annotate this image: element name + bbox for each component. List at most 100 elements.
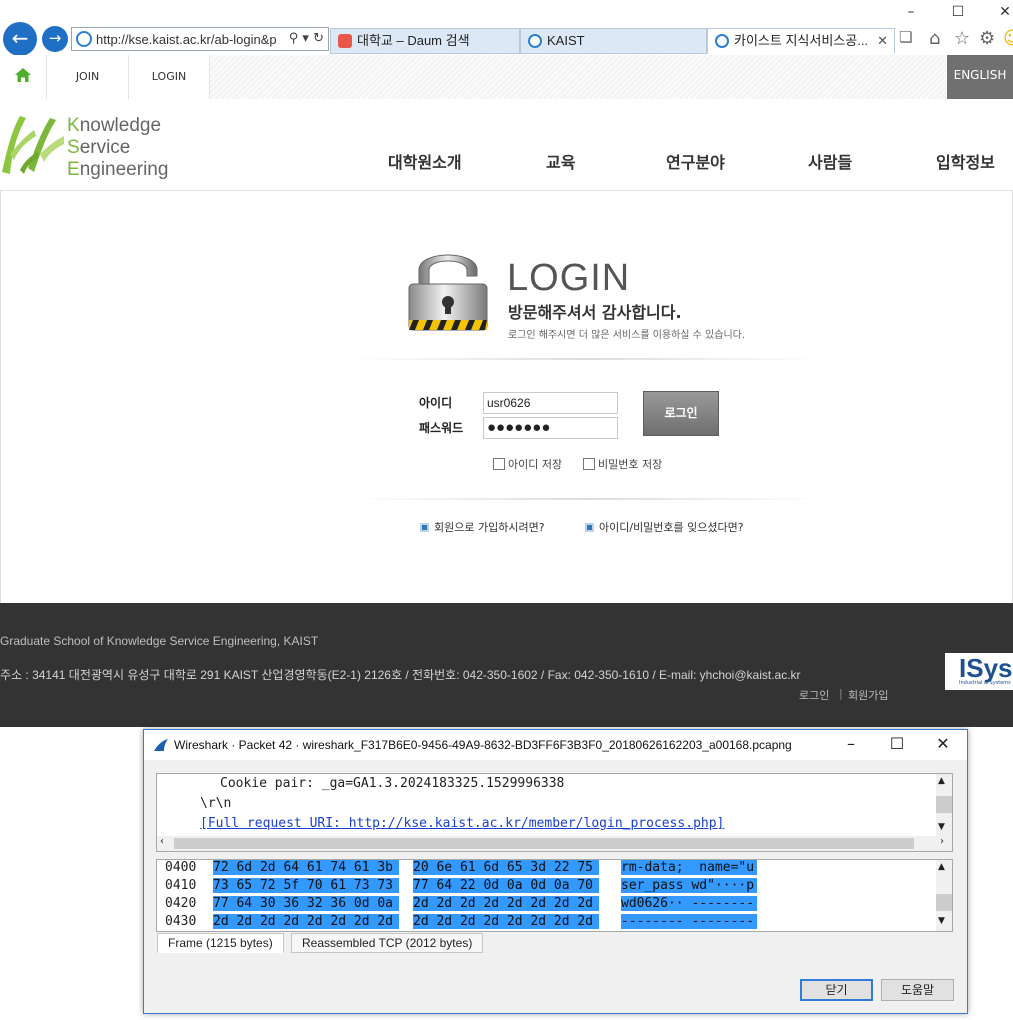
address-bar[interactable]: http://kse.kaist.ac.kr/ab-login&pr ⚲ ▾ ↻ (71, 27, 329, 51)
forgot-help-link[interactable]: 아이디/비밀번호를 잊으셨다면? (585, 519, 744, 535)
home-icon[interactable]: ⌂ (929, 28, 940, 49)
footer-school: Graduate School of Knowledge Service Eng… (0, 634, 319, 648)
ie-page-icon (76, 31, 92, 47)
kse-logo-icon[interactable] (0, 114, 66, 178)
checkbox-icon[interactable] (583, 458, 595, 470)
id-input[interactable]: usr0626 (483, 392, 618, 414)
wireshark-title: Wireshark · Packet 42 · wireshark_F317B6… (174, 738, 792, 752)
minimize-button[interactable]: – (888, 4, 934, 20)
scroll-right-icon[interactable]: › (940, 836, 944, 847)
hex-row[interactable]: 0430 2d 2d 2d 2d 2d 2d 2d 2d 2d 2d 2d 2d 2… (157, 914, 757, 931)
wireshark-fin-icon (154, 739, 168, 751)
wireshark-packet-window: Wireshark · Packet 42 · wireshark_F317B6… (143, 729, 968, 1014)
site-footer: Graduate School of Knowledge Service Eng… (0, 603, 1013, 727)
scroll-thumb[interactable] (936, 894, 952, 911)
menu-research[interactable]: 연구분야 (666, 149, 725, 173)
login-link[interactable]: LOGIN (129, 55, 210, 99)
bullet-icon (585, 523, 594, 532)
help-button[interactable]: 도움말 (881, 979, 954, 1001)
forward-button[interactable]: → (42, 26, 68, 52)
scroll-thumb[interactable] (936, 796, 952, 813)
daum-favicon-icon (338, 34, 352, 48)
browser-chrome: – ☐ ✕ ← → http://kse.kaist.ac.kr/ab-logi… (0, 0, 1013, 56)
ie-favicon-icon (528, 34, 542, 48)
logo-line-knowledge: Knowledge (67, 115, 162, 136)
menu-people[interactable]: 사람들 (808, 149, 852, 173)
password-label: 패스워드 (419, 421, 464, 435)
menu-admission[interactable]: 입학정보 (936, 149, 995, 173)
join-help-link[interactable]: 회원으로 가입하시려면? (420, 519, 545, 535)
isys-logo[interactable]: ISys Industrial & Systems (945, 653, 1013, 690)
settings-gear-icon[interactable]: ⚙ (979, 28, 995, 49)
maximize-button[interactable]: ☐ (874, 734, 920, 753)
site-header: Knowledge Service Engineering 대학원소개 교육 연… (0, 99, 1013, 191)
packet-bytes-pane[interactable]: 0400 72 6d 2d 64 61 74 61 3b 20 6e 61 6d 6… (156, 859, 953, 932)
tab-kse[interactable]: 카이스트 지식서비스공... ✕ (707, 28, 895, 54)
tab-daum[interactable]: 대학교 – Daum 검색 (330, 28, 520, 54)
maximize-button[interactable]: ☐ (935, 4, 981, 20)
close-window-button[interactable]: ✕ (920, 734, 966, 753)
tab-label: KAIST (547, 33, 585, 48)
save-password-checkbox[interactable]: 비밀번호 저장 (583, 456, 662, 472)
footer-address: 주소 : 34141 대전광역시 유성구 대학로 291 KAIST 산업경영학… (0, 668, 801, 682)
hex-row[interactable]: 0410 73 65 72 5f 70 61 73 73 77 64 22 0d 0… (157, 878, 757, 896)
detail-line[interactable]: Cookie pair: _ga=GA1.3.2024183325.152999… (220, 776, 564, 791)
logo-line-engineering: Engineering (67, 159, 169, 180)
home-link[interactable] (0, 55, 47, 99)
close-window-button[interactable]: ✕ (982, 4, 1013, 20)
ie-favicon-icon (715, 34, 729, 48)
horizontal-scrollbar[interactable]: ‹ › (157, 836, 952, 851)
vertical-scrollbar[interactable]: ▲ ▼ (936, 860, 952, 931)
scroll-up-icon[interactable]: ▲ (938, 862, 945, 872)
password-input[interactable]: ●●●●●●● (483, 417, 618, 439)
tab-kaist[interactable]: KAIST (520, 28, 707, 54)
minimize-button[interactable]: – (828, 734, 874, 753)
favorites-star-icon[interactable]: ☆ (954, 28, 970, 49)
menu-education[interactable]: 교육 (546, 149, 575, 173)
login-description: 로그인 해주시면 더 많은 서비스를 이용하실 수 있습니다. (508, 330, 746, 341)
back-button[interactable]: ← (3, 22, 37, 56)
logo-line-service: Service (67, 137, 131, 158)
forward-arrow-icon: → (48, 29, 62, 47)
tab-frame[interactable]: Frame (1215 bytes) (157, 933, 284, 953)
search-refresh-icons[interactable]: ⚲ ▾ ↻ (289, 31, 324, 46)
site-topbar: JOIN LOGIN ENGLISH (0, 55, 1013, 99)
join-link[interactable]: JOIN (47, 55, 129, 99)
bullet-icon (420, 523, 429, 532)
tab-reassembled-tcp[interactable]: Reassembled TCP (2012 bytes) (291, 933, 484, 953)
smiley-icon[interactable]: ☺ (1003, 28, 1013, 49)
hex-row[interactable]: 0420 77 64 30 36 32 36 0d 0a 2d 2d 2d 2d 2… (157, 896, 757, 914)
packet-details-pane[interactable]: Cookie pair: _ga=GA1.3.2024183325.152999… (156, 773, 953, 852)
wireshark-titlebar[interactable]: Wireshark · Packet 42 · wireshark_F317B6… (144, 730, 967, 760)
login-button[interactable]: 로그인 (643, 391, 719, 436)
scroll-down-icon[interactable]: ▼ (938, 916, 945, 926)
id-label: 아이디 (419, 396, 453, 410)
footer-login-link[interactable]: 로그인 (799, 687, 829, 703)
tab-label: 대학교 – Daum 검색 (357, 33, 470, 48)
english-button[interactable]: ENGLISH (947, 55, 1013, 99)
new-tab-icon[interactable]: ❏ (899, 28, 912, 46)
detail-line[interactable]: \r\n (200, 796, 231, 811)
detail-line-link[interactable]: [Full request URI: http://kse.kaist.ac.k… (200, 816, 724, 831)
login-title: LOGIN (507, 257, 631, 299)
scroll-thumb[interactable] (174, 838, 914, 849)
tab-label: 카이스트 지식서비스공... (734, 33, 869, 48)
menu-about[interactable]: 대학원소개 (388, 149, 462, 173)
scroll-left-icon[interactable]: ‹ (160, 836, 164, 847)
scroll-down-icon[interactable]: ▼ (938, 822, 945, 832)
address-url[interactable]: http://kse.kaist.ac.kr/ab-login&pr (96, 32, 276, 47)
scroll-up-icon[interactable]: ▲ (938, 776, 945, 786)
home-icon (15, 68, 31, 82)
back-arrow-icon: ← (11, 26, 29, 50)
footer-join-link[interactable]: 회원가입 (848, 687, 888, 703)
divider (350, 358, 825, 360)
close-tab-icon[interactable]: ✕ (877, 29, 888, 53)
checkbox-icon[interactable] (493, 458, 505, 470)
login-subtitle: 방문해주셔서 감사합니다. (508, 303, 682, 322)
save-id-checkbox[interactable]: 아이디 저장 (493, 456, 562, 472)
padlock-icon (408, 254, 488, 331)
hex-row[interactable]: 0400 72 6d 2d 64 61 74 61 3b 20 6e 61 6d 6… (157, 860, 757, 878)
vertical-scrollbar[interactable]: ▲ ▼ (936, 774, 952, 836)
footer-separator: | (839, 687, 843, 700)
close-button[interactable]: 닫기 (800, 979, 873, 1001)
